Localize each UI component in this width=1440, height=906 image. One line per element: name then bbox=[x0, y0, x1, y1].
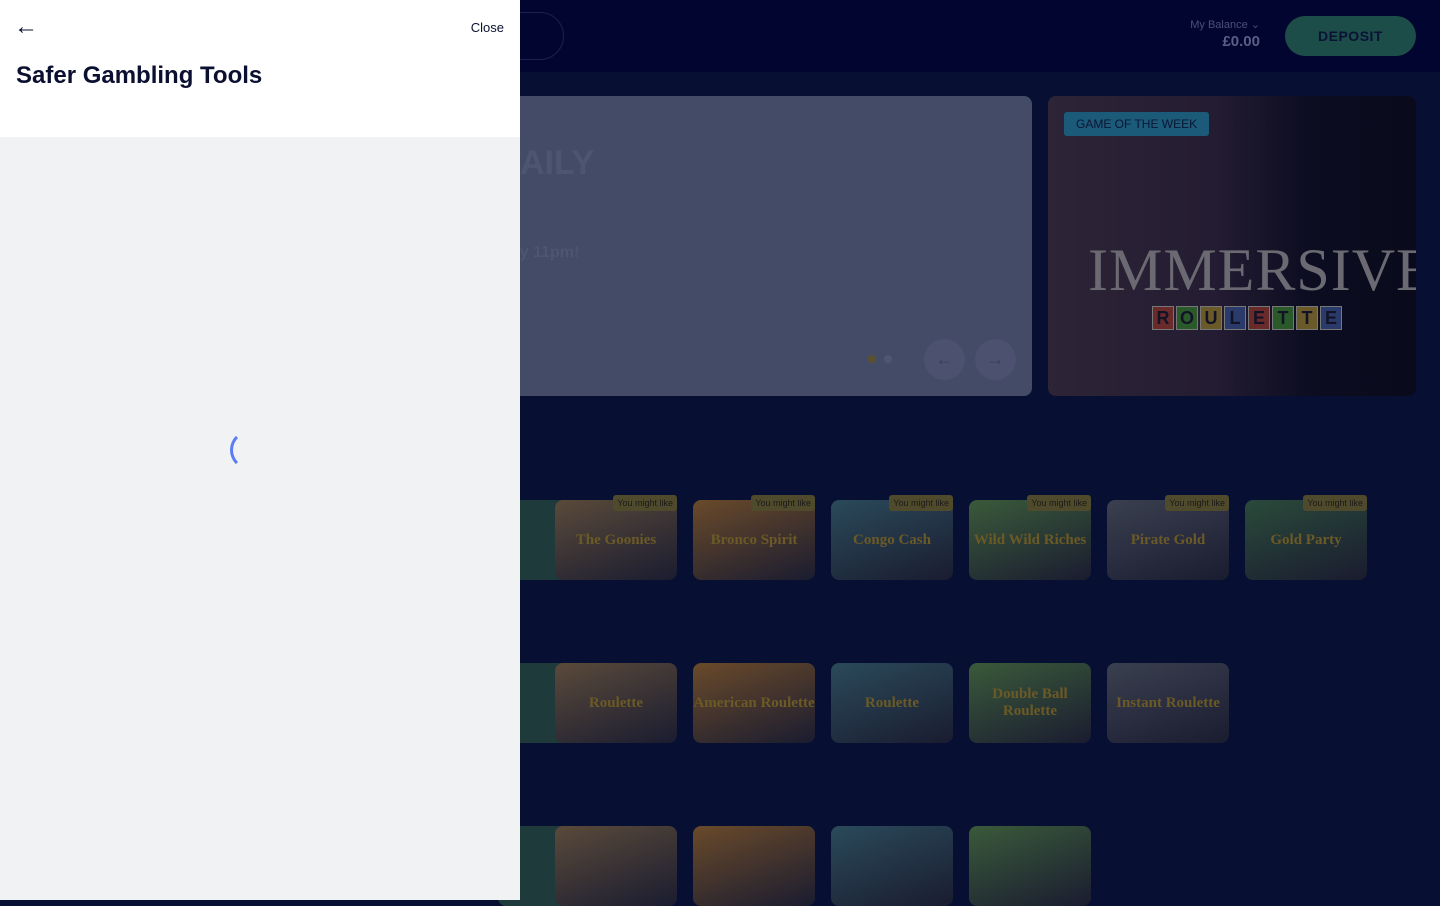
roulette-letter: E bbox=[1320, 306, 1342, 330]
you-might-like-badge: You might like bbox=[1165, 495, 1229, 511]
game-tile[interactable] bbox=[555, 826, 677, 906]
you-might-like-badge: You might like bbox=[889, 495, 953, 511]
game-title: Pirate Gold bbox=[1130, 531, 1206, 548]
arrow-right-icon: → bbox=[986, 349, 1005, 369]
you-might-like-badge: You might like bbox=[1303, 495, 1367, 511]
deposit-button[interactable]: DEPOSIT bbox=[1285, 16, 1416, 56]
game-tile[interactable] bbox=[831, 826, 953, 906]
you-might-like-badge: You might like bbox=[1027, 495, 1091, 511]
roulette-logo: ROULETTE bbox=[1152, 306, 1342, 330]
game-of-the-week-card[interactable]: GAME OF THE WEEK IMMERSIVE ROULETTE bbox=[1048, 96, 1416, 396]
roulette-letter: O bbox=[1176, 306, 1198, 330]
close-button[interactable]: Close bbox=[471, 20, 504, 35]
game-title: Double Ball Roulette bbox=[992, 686, 1068, 719]
panel-title: Safer Gambling Tools bbox=[16, 62, 263, 89]
arrow-left-icon: ← bbox=[14, 13, 38, 40]
safer-gambling-panel: ← Close Safer Gambling Tools bbox=[0, 0, 520, 900]
game-title: Wild Wild Riches bbox=[973, 531, 1087, 548]
carousel-prev-button[interactable]: ← bbox=[924, 339, 965, 380]
carousel-next-button[interactable]: → bbox=[975, 339, 1016, 380]
game-tile[interactable]: American Roulette bbox=[693, 663, 815, 743]
game-title: Instant Roulette bbox=[1116, 694, 1220, 711]
balance-value: £0.00 bbox=[1222, 33, 1260, 50]
game-title: Bronco Spirit bbox=[710, 531, 798, 548]
game-title: Roulette bbox=[588, 694, 644, 711]
you-might-like-badge: You might like bbox=[751, 495, 815, 511]
game-tile[interactable]: Instant Roulette bbox=[1107, 663, 1229, 743]
loading-spinner-icon bbox=[230, 430, 270, 470]
you-might-like-badge: You might like bbox=[613, 495, 677, 511]
game-tile[interactable]: Roulette bbox=[831, 663, 953, 743]
roulette-letter: U bbox=[1200, 306, 1222, 330]
game-tile[interactable]: Double Ball Roulette bbox=[969, 663, 1091, 743]
game-title: Gold Party bbox=[1270, 531, 1342, 548]
game-title: The Goonies bbox=[575, 531, 657, 548]
balance-label: My Balance bbox=[1190, 19, 1248, 31]
game-title: American Roulette bbox=[693, 694, 815, 711]
roulette-letter: T bbox=[1272, 306, 1294, 330]
carousel-dot-2[interactable] bbox=[884, 355, 892, 363]
roulette-letter: E bbox=[1248, 306, 1270, 330]
game-title: Roulette bbox=[864, 694, 920, 711]
game-title: Congo Cash bbox=[853, 531, 931, 548]
promo-carousel[interactable]: AILY by 11pm! ← → bbox=[480, 96, 1032, 396]
balance-dropdown[interactable]: My Balance ⌄ £0.00 bbox=[1190, 18, 1260, 50]
chevron-down-icon: ⌄ bbox=[1250, 19, 1260, 31]
arrow-left-icon: ← bbox=[935, 349, 954, 369]
promo-title: AILY bbox=[520, 144, 595, 182]
game-tile[interactable] bbox=[969, 826, 1091, 906]
game-of-the-week-badge: GAME OF THE WEEK bbox=[1064, 112, 1210, 136]
back-button[interactable]: ← bbox=[14, 14, 40, 40]
roulette-letter: R bbox=[1152, 306, 1174, 330]
roulette-letter: T bbox=[1296, 306, 1318, 330]
promo-subtitle: by 11pm! bbox=[510, 244, 580, 261]
panel-header: ← Close Safer Gambling Tools bbox=[0, 0, 520, 137]
roulette-letter: L bbox=[1224, 306, 1246, 330]
game-logo: IMMERSIVE bbox=[1088, 237, 1416, 303]
game-tile[interactable] bbox=[693, 826, 815, 906]
carousel-dot-1[interactable] bbox=[868, 355, 876, 363]
game-tile[interactable]: Roulette bbox=[555, 663, 677, 743]
